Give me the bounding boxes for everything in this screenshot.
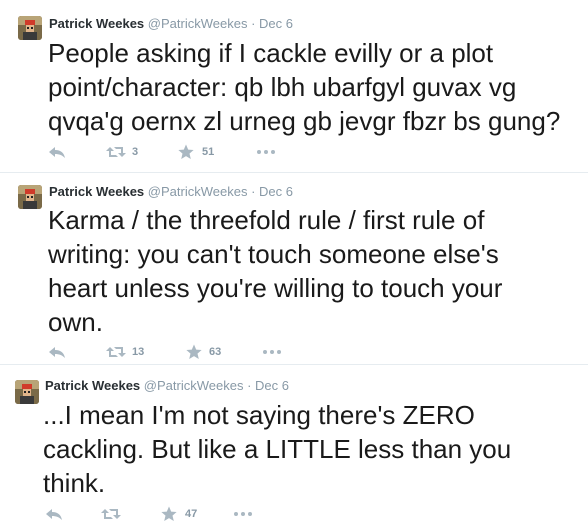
retweet-icon: [106, 147, 126, 157]
author-handle[interactable]: @PatrickWeekes: [144, 378, 244, 393]
retweet-count: 3: [132, 146, 139, 158]
more-icon: [257, 150, 275, 154]
favorite-count: 63: [209, 346, 222, 358]
tweet-date[interactable]: Dec 6: [259, 184, 293, 199]
more-button[interactable]: [262, 344, 284, 360]
favorite-count: 51: [202, 146, 215, 158]
tweet-date[interactable]: Dec 6: [259, 16, 293, 31]
avatar[interactable]: [15, 380, 39, 404]
tweet-text-line: qvqa'g oernx zl urneg gb jevgr fbzr bs g…: [48, 106, 561, 136]
author-name[interactable]: Patrick Weekes: [49, 16, 144, 31]
reply-icon: [46, 509, 62, 520]
reply-button[interactable]: [45, 506, 65, 522]
tweet[interactable]: Patrick Weekes @PatrickWeekes · Dec 6 ..…: [0, 365, 588, 532]
tweet-text-line: ...I mean I'm not saying there's ZERO: [43, 400, 475, 430]
favorite-count: 47: [185, 508, 198, 520]
reply-button[interactable]: [48, 144, 68, 160]
favorite-button[interactable]: 63: [186, 344, 236, 360]
author-handle[interactable]: @PatrickWeekes: [148, 16, 248, 31]
retweet-icon: [101, 509, 121, 519]
separator: ·: [251, 184, 256, 199]
tweet-text-line: own.: [48, 307, 103, 337]
tweet-text-line: think.: [43, 468, 106, 498]
tweet-text: ...I mean I'm not saying there's ZERO ca…: [43, 398, 511, 500]
avatar[interactable]: [18, 16, 42, 40]
tweet-date[interactable]: Dec 6: [255, 378, 289, 393]
tweet[interactable]: Patrick Weekes @PatrickWeekes · Dec 6 Ka…: [0, 173, 588, 363]
separator: ·: [251, 16, 256, 31]
retweet-count: 13: [132, 346, 145, 358]
retweet-button[interactable]: [101, 506, 131, 522]
more-button[interactable]: [256, 144, 278, 160]
retweet-button[interactable]: 3: [106, 144, 146, 160]
author-name[interactable]: Patrick Weekes: [49, 184, 144, 199]
reply-button[interactable]: [48, 344, 68, 360]
retweet-button[interactable]: 13: [106, 344, 156, 360]
reply-icon: [49, 147, 65, 158]
separator: ·: [247, 378, 252, 393]
author-handle[interactable]: @PatrickWeekes: [148, 184, 248, 199]
tweet[interactable]: Patrick Weekes @PatrickWeekes · Dec 6 Pe…: [0, 0, 588, 170]
star-icon: [161, 506, 177, 521]
retweet-icon: [106, 347, 126, 357]
tweet-text: People asking if I cackle evilly or a pl…: [48, 36, 560, 138]
more-button[interactable]: [233, 506, 255, 522]
tweet-text-line: Karma / the threefold rule / first rule …: [48, 205, 485, 235]
favorite-button[interactable]: 51: [178, 144, 228, 160]
tweet-text-line: People asking if I cackle evilly or a pl…: [48, 38, 494, 68]
favorite-button[interactable]: 47: [161, 506, 211, 522]
tweet-text-line: point/character: qb lbh ubarfgyl guvax v…: [48, 72, 517, 102]
more-icon: [263, 350, 281, 354]
tweet-text-line: writing: you can't touch someone else's: [48, 239, 499, 269]
more-icon: [234, 512, 252, 516]
reply-icon: [49, 347, 65, 358]
avatar[interactable]: [18, 185, 42, 209]
tweet-text: Karma / the threefold rule / first rule …: [48, 203, 502, 339]
author-name[interactable]: Patrick Weekes: [45, 378, 140, 393]
tweet-text-line: heart unless you're willing to touch you…: [48, 273, 503, 303]
tweet-text-line: cackling. But like a LITTLE less than yo…: [43, 434, 512, 464]
star-icon: [178, 144, 194, 159]
star-icon: [186, 344, 202, 359]
